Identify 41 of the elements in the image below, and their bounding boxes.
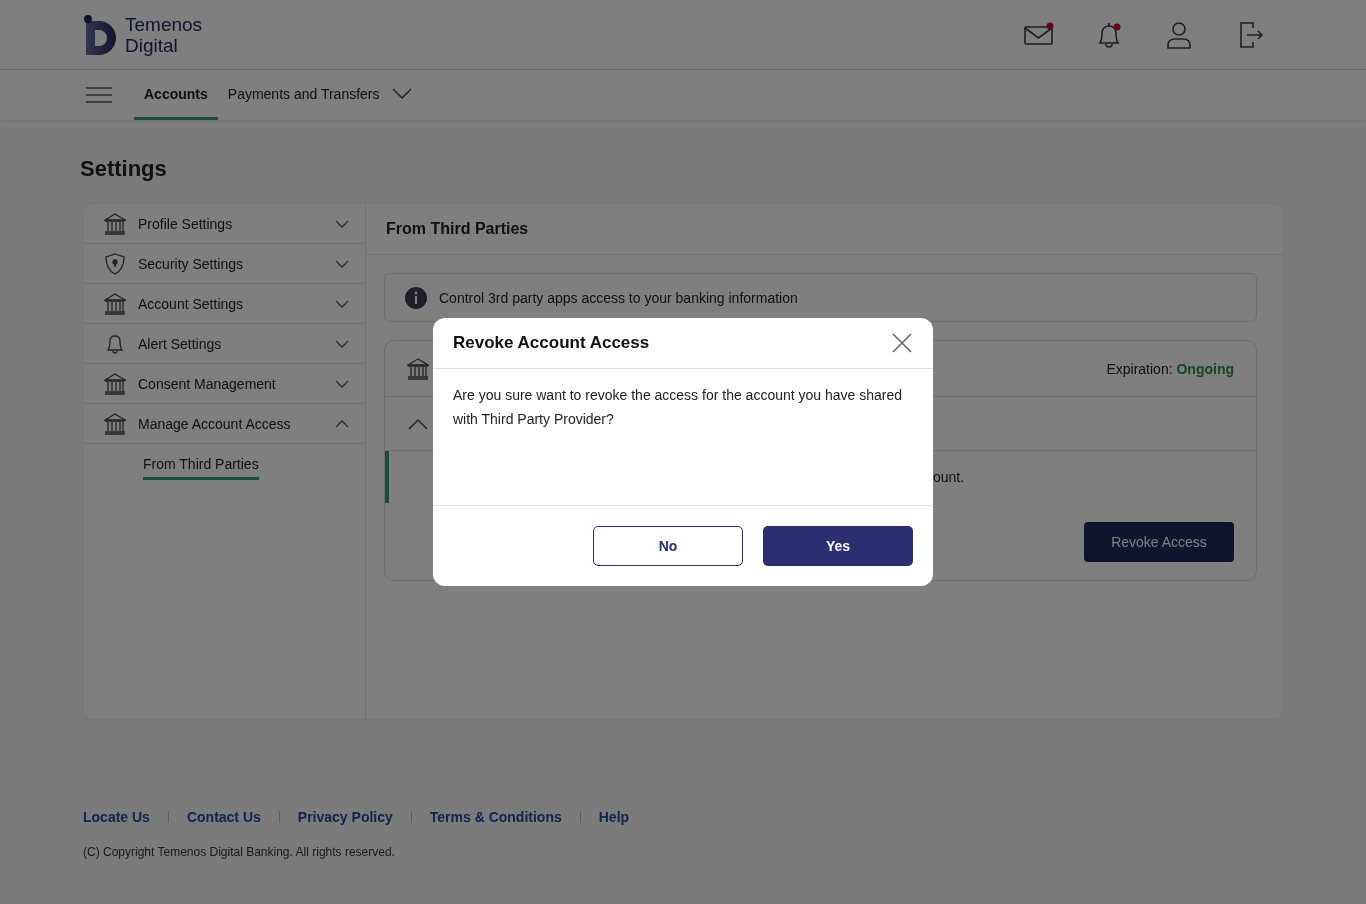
bank-icon [104, 412, 126, 435]
expiration-label: Expiration: [1106, 360, 1173, 377]
expiration-value: Ongoing [1176, 360, 1234, 377]
info-icon [405, 286, 427, 309]
nav-tab[interactable]: Accounts [134, 70, 218, 120]
footer-link[interactable]: Help [598, 809, 630, 825]
info-text: Control 3rd party apps access to your banking information [439, 289, 798, 306]
footer-link[interactable]: Contact Us [186, 809, 261, 825]
bell-icon [104, 332, 126, 355]
revoke-access-button[interactable]: Revoke Access [1084, 521, 1234, 562]
logo-icon [83, 14, 119, 55]
shield-icon [104, 252, 126, 275]
sidebar-item[interactable]: Profile Settings [83, 204, 365, 244]
page-title: Settings [80, 156, 168, 182]
dialog-message: Are you sure want to revoke the access for the account you have shared with Third Party Provider? [453, 387, 903, 427]
copyright-text: (C) Copyright Temenos Digital Banking. All rights reserved. [83, 845, 396, 859]
brand-name: Digital [125, 34, 179, 56]
menu-icon[interactable] [86, 87, 112, 103]
bank-icon [104, 292, 126, 315]
chevron-down-icon [391, 87, 412, 100]
brand-name: Temenos [125, 13, 203, 35]
sidebar-item[interactable]: Security Settings [83, 244, 365, 284]
sidebar-subitem[interactable]: From Third Parties [143, 456, 259, 480]
detail-text: ount. [933, 469, 965, 485]
sidebar-item[interactable]: Manage Account Access [83, 404, 365, 444]
cancel-button[interactable]: No [593, 526, 743, 566]
dialog-title: Revoke Account Access [453, 333, 650, 353]
sidebar-item[interactable]: Account Settings [83, 284, 365, 324]
sidebar-item[interactable]: Alert Settings [83, 324, 365, 364]
bank-icon [104, 212, 126, 235]
nav-tab[interactable]: Payments and Transfers [217, 70, 422, 120]
footer-link[interactable]: Terms & Conditions [429, 809, 562, 825]
confirm-button[interactable]: Yes [763, 526, 913, 566]
bank-icon [407, 357, 429, 380]
bank-icon [104, 372, 126, 395]
close-icon[interactable] [891, 332, 913, 354]
sidebar-item[interactable]: Consent Management [83, 364, 365, 404]
panel-title: From Third Parties [386, 220, 529, 238]
footer-link[interactable]: Privacy Policy [297, 809, 393, 825]
chevron-up-icon[interactable] [408, 417, 428, 430]
footer-link[interactable]: Locate Us [83, 809, 150, 825]
